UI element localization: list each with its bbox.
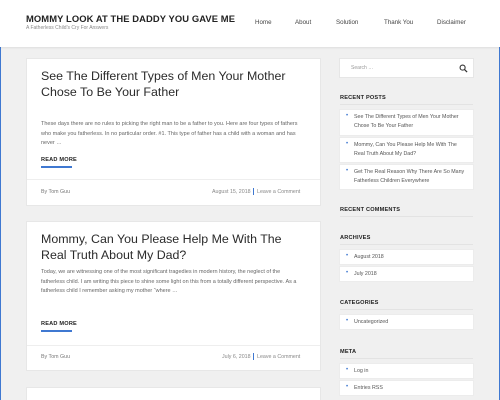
archive-item[interactable]: • August 2018	[340, 250, 473, 264]
bullet-icon: •	[346, 113, 349, 119]
read-more-link[interactable]: READ MORE	[41, 157, 77, 163]
archive-link[interactable]: August 2018	[354, 253, 469, 262]
recent-post-link[interactable]: Get The Real Reason Why There Are So Man…	[354, 168, 469, 186]
archive-item[interactable]: • July 2018	[340, 267, 473, 281]
search-icon[interactable]	[459, 64, 468, 73]
meta-item[interactable]: • Entries RSS	[340, 381, 473, 395]
bullet-icon: •	[346, 384, 349, 390]
search-input[interactable]: Search …	[340, 59, 473, 77]
left-accent-border	[0, 0, 1, 400]
bullet-icon: •	[346, 141, 349, 147]
card-divider	[27, 345, 320, 346]
widget-title-divider	[340, 309, 473, 310]
post-excerpt: These days there are no rules to picking…	[41, 121, 298, 146]
nav-item-home[interactable]: Home	[255, 19, 272, 26]
meta-item[interactable]: • Log in	[340, 364, 473, 378]
categories-title: CATEGORIES	[340, 300, 379, 306]
post-card: Mommy, Can You Please Help Me With The R…	[27, 222, 320, 370]
nav-item-disclaimer[interactable]: Disclaimer	[437, 19, 466, 26]
site-tagline: A Fatherless Child's Cry For Answers	[26, 25, 109, 31]
meta-title: META	[340, 349, 357, 355]
widget-title-divider	[340, 358, 473, 359]
bullet-icon: •	[346, 367, 349, 373]
page: MOMMY LOOK AT THE DADDY YOU GAVE ME A Fa…	[0, 0, 500, 400]
bullet-icon: •	[346, 253, 349, 259]
recent-posts-title: RECENT POSTS	[340, 95, 386, 101]
recent-comments-title: RECENT COMMENTS	[340, 207, 401, 213]
nav-item-thank-you[interactable]: Thank You	[384, 19, 413, 26]
archive-link[interactable]: July 2018	[354, 270, 469, 279]
recent-post-item[interactable]: • Mommy, Can You Please Help Me With The…	[340, 138, 473, 162]
bullet-icon: •	[346, 270, 349, 276]
leave-comment-link[interactable]: Leave a Comment	[257, 354, 300, 360]
post-card: See The Different Types of Men Your Moth…	[27, 59, 320, 205]
bullet-icon: •	[346, 318, 349, 324]
post-excerpt: Today, we are witnessing one of the most…	[41, 269, 297, 294]
recent-post-item[interactable]: • See The Different Types of Men Your Mo…	[340, 110, 473, 135]
bullet-icon: •	[346, 168, 349, 174]
widget-title-divider	[340, 104, 473, 105]
meta-separator	[253, 188, 254, 195]
read-more-underline	[41, 166, 72, 168]
meta-link[interactable]: Entries RSS	[354, 384, 469, 393]
leave-comment-link[interactable]: Leave a Comment	[257, 189, 300, 195]
category-link[interactable]: Uncategorized	[354, 318, 469, 327]
post-author[interactable]: By Tom Guu	[41, 354, 70, 360]
recent-post-link[interactable]: Mommy, Can You Please Help Me With The R…	[354, 141, 469, 159]
post-author[interactable]: By Tom Guu	[41, 189, 70, 195]
post-date[interactable]: August 15, 2018	[212, 189, 251, 195]
post-card	[27, 388, 320, 400]
site-header: MOMMY LOOK AT THE DADDY YOU GAVE ME A Fa…	[0, 0, 500, 47]
read-more-link[interactable]: READ MORE	[41, 321, 77, 327]
meta-link[interactable]: Log in	[354, 367, 469, 376]
site-title[interactable]: MOMMY LOOK AT THE DADDY YOU GAVE ME	[26, 13, 235, 24]
post-date[interactable]: July 6, 2018	[222, 354, 251, 360]
archives-title: ARCHIVES	[340, 235, 371, 241]
nav-item-solution[interactable]: Solution	[336, 19, 358, 26]
category-item[interactable]: • Uncategorized	[340, 315, 473, 329]
post-title[interactable]: Mommy, Can You Please Help Me With The R…	[41, 231, 301, 263]
meta-separator	[253, 353, 254, 360]
recent-post-item[interactable]: • Get The Real Reason Why There Are So M…	[340, 165, 473, 189]
post-title[interactable]: See The Different Types of Men Your Moth…	[41, 68, 301, 100]
card-divider	[27, 179, 320, 180]
widget-title-divider	[340, 244, 473, 245]
recent-post-link[interactable]: See The Different Types of Men Your Moth…	[354, 113, 469, 131]
nav-item-about[interactable]: About	[295, 19, 311, 26]
read-more-underline	[41, 330, 72, 332]
widget-title-divider	[340, 216, 473, 217]
search-placeholder: Search …	[351, 65, 374, 71]
